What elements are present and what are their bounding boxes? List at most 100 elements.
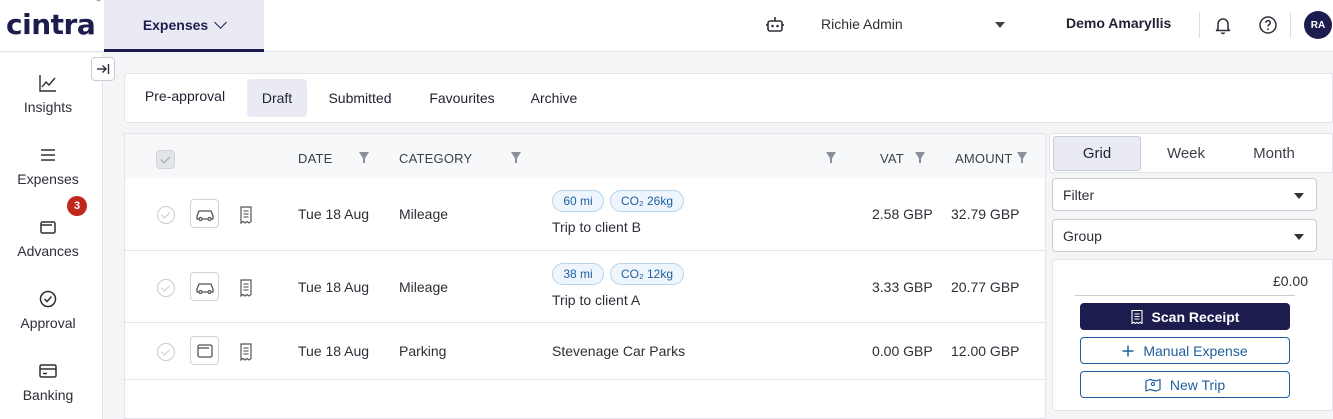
receipt-icon[interactable] <box>238 343 254 361</box>
sidebar-item-label: Advances <box>17 243 79 259</box>
expense-date: Tue 18 Aug <box>298 206 370 222</box>
car-icon <box>195 282 214 294</box>
select-all-checkbox[interactable] <box>156 150 175 169</box>
grid-header: DATE CATEGORY VAT AMOUNT <box>125 134 1045 178</box>
sidebar-item-label: Insights <box>23 99 73 115</box>
expense-description: Trip to client B <box>552 219 641 235</box>
view-month-button[interactable]: Month <box>1234 136 1314 171</box>
expense-date: Tue 18 Aug <box>298 279 370 295</box>
status-tabs: Pre-approval Draft Submitted Favourites … <box>124 73 1333 123</box>
tab-archive[interactable]: Archive <box>521 79 587 117</box>
receipt-icon[interactable] <box>238 279 254 297</box>
filter-dropdown[interactable]: Filter <box>1052 178 1317 211</box>
view-week-button[interactable]: Week <box>1146 136 1226 171</box>
robot-assistant-icon[interactable] <box>765 15 785 35</box>
caret-down-icon[interactable] <box>995 22 1005 28</box>
date-filter-icon[interactable] <box>359 152 369 163</box>
menu-lines-icon <box>41 149 55 161</box>
collapse-sidebar-button[interactable] <box>91 57 115 81</box>
caret-down-icon <box>1294 234 1304 240</box>
receipt-icon <box>1130 309 1143 324</box>
amount-filter-icon[interactable] <box>1017 152 1027 163</box>
module-tab-expenses[interactable]: Expenses <box>104 0 264 52</box>
row-select-checkbox[interactable] <box>157 343 175 361</box>
top-bar: cintra™ Expenses Richie Admin Demo Amary… <box>0 0 1333 52</box>
divider <box>1199 12 1200 38</box>
column-header-date[interactable]: DATE <box>298 151 333 166</box>
column-header-vat[interactable]: VAT <box>880 151 904 166</box>
manual-expense-button[interactable]: Manual Expense <box>1080 337 1290 364</box>
tab-submitted[interactable]: Submitted <box>317 79 403 117</box>
table-row[interactable]: Tue 18 Aug Mileage 60 mi CO₂ 26kg Trip t… <box>125 178 1045 251</box>
company-name: Demo Amaryllis <box>1066 15 1172 31</box>
category-filter-icon[interactable] <box>511 152 521 163</box>
tab-draft[interactable]: Draft <box>247 79 307 117</box>
collapse-arrow-icon <box>97 64 110 74</box>
filter-dropdown-label: Filter <box>1063 187 1095 203</box>
user-select[interactable]: Richie Admin <box>821 16 903 32</box>
sidebar-item-label: Banking <box>22 387 74 403</box>
expense-type-icon <box>190 272 219 301</box>
view-grid-button[interactable]: Grid <box>1053 136 1141 171</box>
expense-vat: 3.33 GBP <box>872 279 933 295</box>
expense-description: Stevenage Car Parks <box>552 343 686 359</box>
caret-down-icon <box>1294 193 1304 199</box>
car-icon <box>195 209 214 221</box>
sidebar-item-label: Expenses <box>17 171 79 187</box>
insights-chart-icon <box>39 75 56 92</box>
expense-actions-card: £0.00 Scan Receipt Manual Expense New Tr… <box>1052 259 1333 411</box>
vat-filter-icon[interactable] <box>915 152 925 163</box>
sidebar-item-expenses[interactable]: Expenses <box>0 145 96 187</box>
expense-category: Parking <box>399 343 447 359</box>
tab-pre-approval[interactable]: Pre-approval <box>133 77 237 115</box>
expense-vat: 0.00 GBP <box>872 343 933 359</box>
scan-receipt-button[interactable]: Scan Receipt <box>1080 303 1290 330</box>
table-row[interactable]: Tue 18 Aug Parking Stevenage Car Parks 0… <box>125 323 1045 380</box>
expense-date: Tue 18 Aug <box>298 343 370 359</box>
expense-vat: 2.58 GBP <box>872 206 933 222</box>
sidebar-item-banking[interactable]: Banking <box>0 361 96 403</box>
new-trip-button[interactable]: New Trip <box>1080 371 1290 398</box>
column-header-category[interactable]: CATEGORY <box>399 151 472 166</box>
divider <box>1075 295 1295 296</box>
expense-amount: 20.77 GBP <box>951 279 1020 295</box>
avatar[interactable]: RA <box>1304 11 1332 39</box>
expenses-count-badge: 3 <box>67 196 87 216</box>
distance-badge: 60 mi <box>552 190 604 212</box>
co2-badge: CO₂ 26kg <box>610 190 684 212</box>
module-tab-label: Expenses <box>142 16 209 33</box>
expense-description: Trip to client A <box>552 292 641 308</box>
map-pin-icon <box>1145 378 1161 392</box>
wallet-icon <box>196 343 213 358</box>
selected-total: £0.00 <box>1272 273 1308 289</box>
view-toggle: Grid Week Month <box>1049 133 1333 173</box>
sidebar-item-advances[interactable]: Advances <box>0 217 96 259</box>
group-dropdown[interactable]: Group <box>1052 219 1317 252</box>
scan-receipt-label: Scan Receipt <box>1151 308 1240 325</box>
expense-category: Mileage <box>399 279 449 295</box>
expense-type-icon <box>190 336 219 365</box>
check-circle-icon <box>39 290 57 308</box>
sidebar-item-insights[interactable]: Insights <box>0 73 96 115</box>
plus-icon <box>1122 345 1134 356</box>
row-select-checkbox[interactable] <box>157 206 175 224</box>
table-row[interactable]: Tue 18 Aug Mileage 38 mi CO₂ 12kg Trip t… <box>125 251 1045 323</box>
help-icon[interactable] <box>1258 15 1278 35</box>
group-dropdown-label: Group <box>1063 228 1102 244</box>
expense-type-icon <box>190 199 219 228</box>
bell-icon[interactable] <box>1213 15 1233 35</box>
tab-favourites[interactable]: Favourites <box>417 79 507 117</box>
row-select-checkbox[interactable] <box>157 279 175 297</box>
cintra-logo[interactable]: cintra™ <box>6 0 101 41</box>
sidebar-item-approval[interactable]: Approval <box>0 289 96 331</box>
expense-amount: 12.00 GBP <box>951 343 1020 359</box>
receipt-icon[interactable] <box>238 206 254 224</box>
distance-badge: 38 mi <box>552 263 604 285</box>
divider <box>1290 12 1291 38</box>
column-header-amount[interactable]: AMOUNT <box>955 151 1013 166</box>
expense-category: Mileage <box>399 206 449 222</box>
sidebar-item-label: Approval <box>20 315 76 331</box>
new-trip-label: New Trip <box>1169 376 1226 393</box>
description-filter-icon[interactable] <box>826 152 836 163</box>
chevron-down-icon <box>214 15 228 29</box>
